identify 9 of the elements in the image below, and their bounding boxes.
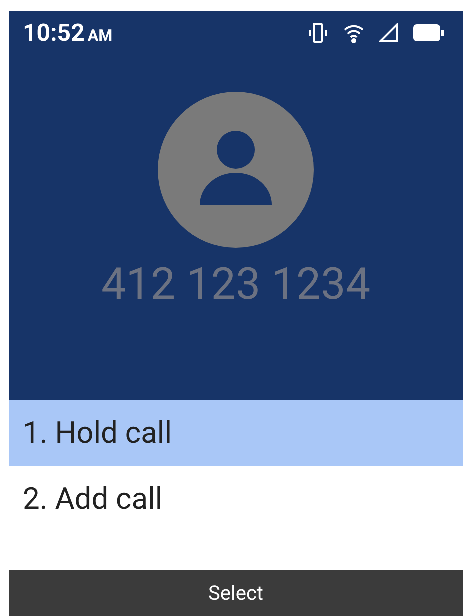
battery-icon: [413, 23, 445, 43]
select-softkey[interactable]: Select: [208, 578, 264, 608]
phone-number: 412 123 1234: [101, 262, 371, 306]
menu-item[interactable]: 1. Hold call: [9, 400, 463, 466]
signal-icon: [379, 23, 399, 43]
vibrate-icon: [307, 22, 329, 44]
clock-time: 10:52: [23, 18, 85, 49]
contact-avatar-icon: [158, 92, 314, 248]
clock-meridiem: AM: [88, 25, 113, 47]
